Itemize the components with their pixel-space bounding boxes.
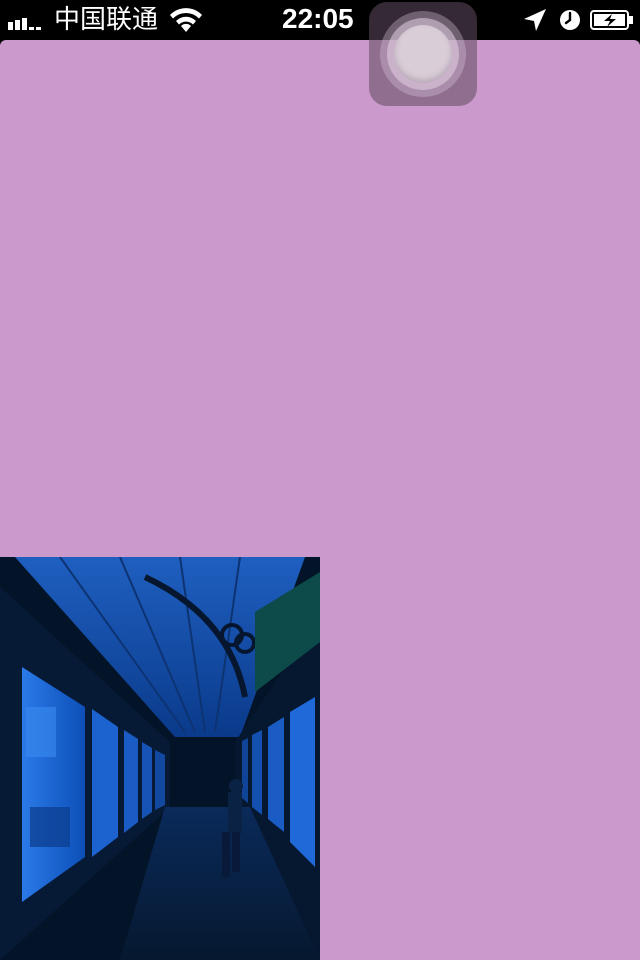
phone-screen: 中国联通 22:05 <box>0 0 640 960</box>
status-bar: 中国联通 22:05 <box>0 0 640 40</box>
app-content <box>0 40 640 960</box>
alarm-icon <box>560 10 580 30</box>
wifi-icon <box>170 8 202 32</box>
carrier-name: 中国联通 <box>54 5 159 35</box>
assistive-touch-core <box>394 25 452 83</box>
clock-time: 22:05 <box>282 3 354 34</box>
location-icon <box>524 9 546 31</box>
battery-charging-icon <box>590 10 633 30</box>
signal-icon <box>8 18 41 30</box>
museum-corridor-photo[interactable] <box>0 557 320 960</box>
assistive-touch-button[interactable] <box>369 2 477 106</box>
photo-image <box>0 557 320 960</box>
